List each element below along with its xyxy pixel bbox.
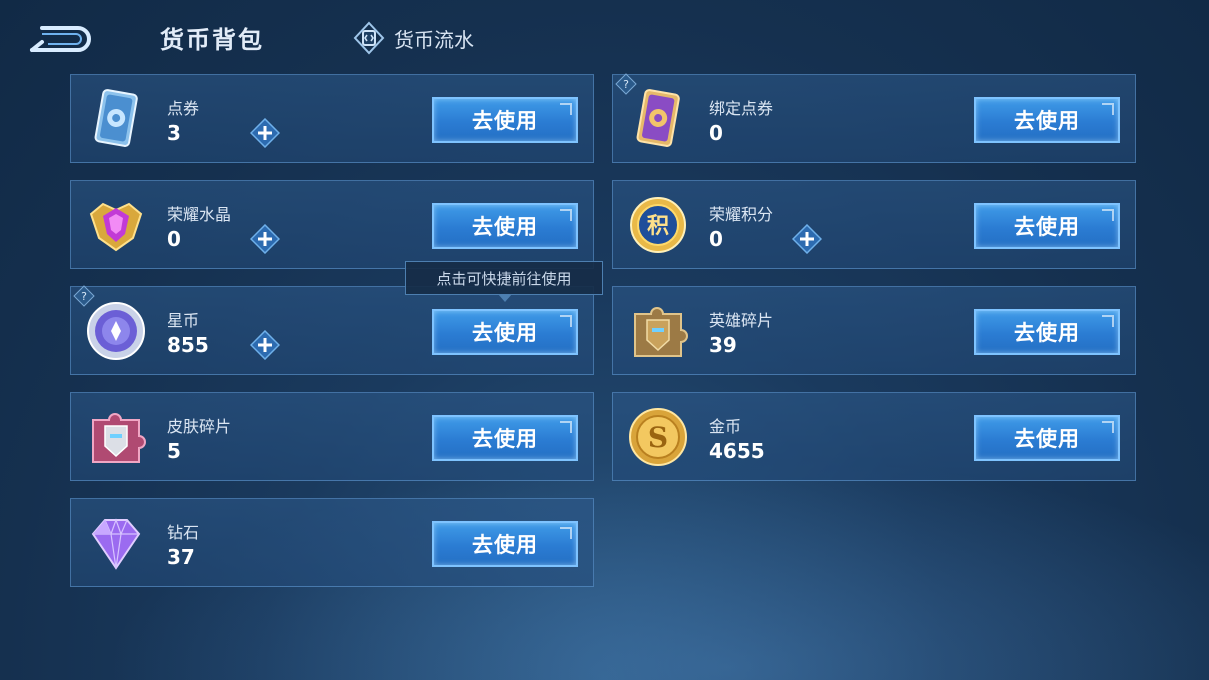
back-arrow-icon	[30, 26, 91, 52]
tooltip-arrow	[498, 294, 512, 302]
currency-amount: 39	[709, 333, 737, 357]
svg-text:S: S	[648, 421, 668, 454]
currency-name: 钻石	[167, 523, 200, 542]
currency-name: 荣耀积分	[709, 205, 774, 224]
glory-points-coin-icon: 积	[627, 194, 689, 256]
page-title: 货币背包	[160, 26, 264, 54]
currency-name: 绑定点券	[709, 99, 774, 118]
currency-name: 点券	[167, 99, 200, 118]
currency-card-star-coin: ? 星币 855 去使用	[70, 285, 594, 375]
svg-text:积: 积	[647, 214, 669, 239]
use-gold-coin-button[interactable]: 去使用	[974, 415, 1120, 461]
currency-name: 荣耀水晶	[167, 205, 232, 224]
add-glory-points-plus-icon[interactable]	[791, 223, 823, 255]
diamond-icon	[85, 512, 147, 574]
currency-amount: 4655	[709, 439, 765, 463]
use-star-coin-button[interactable]: 去使用	[432, 309, 578, 355]
currency-name: 金币	[709, 417, 742, 436]
currency-amount: 3	[167, 121, 181, 145]
currency-name: 英雄碎片	[709, 311, 774, 330]
gold-coin-icon: S	[627, 406, 689, 468]
currency-flow-tab[interactable]: 货币流水	[352, 21, 474, 55]
currency-card-voucher: 点券 3 去使用	[70, 74, 594, 163]
glory-crystal-icon	[85, 194, 147, 256]
add-glory-crystal-plus-icon[interactable]	[249, 223, 281, 255]
currency-card-gold-coin: S 金币 4655 去使用	[612, 392, 1136, 481]
bound-voucher-card-icon	[627, 88, 689, 150]
currency-flow-label: 货币流水	[394, 27, 474, 52]
currency-flow-icon	[352, 21, 386, 55]
currency-amount: 37	[167, 545, 195, 569]
back-button[interactable]	[28, 20, 92, 54]
currency-name: 星币	[167, 311, 200, 330]
currency-amount: 5	[167, 439, 181, 463]
add-voucher-plus-icon[interactable]	[249, 117, 281, 149]
currency-card-glory-crystal: 荣耀水晶 0 去使用	[70, 180, 594, 269]
currency-amount: 0	[709, 227, 723, 251]
currency-card-diamond: 钻石 37 去使用	[70, 498, 594, 587]
currency-card-hero-fragment: 英雄碎片 39 去使用	[612, 286, 1136, 375]
tooltip-text: 点击可快捷前往使用	[436, 269, 572, 288]
use-skin-fragment-button[interactable]: 去使用	[432, 415, 578, 461]
currency-amount: 0	[167, 227, 181, 251]
use-shortcut-tooltip: 点击可快捷前往使用	[405, 261, 603, 302]
currency-card-skin-fragment: 皮肤碎片 5 去使用	[70, 392, 594, 481]
use-hero-fragment-button[interactable]: 去使用	[974, 309, 1120, 355]
star-coin-icon	[85, 300, 147, 362]
use-diamond-button[interactable]: 去使用	[432, 521, 578, 567]
voucher-card-icon	[85, 88, 147, 150]
currency-card-bound-voucher: ? 绑定点券 0 去使用	[612, 73, 1136, 163]
currency-card-glory-points: 积 荣耀积分 0 去使用	[612, 180, 1136, 269]
add-star-coin-plus-icon[interactable]	[249, 329, 281, 361]
hero-fragment-icon	[627, 300, 689, 362]
use-glory-crystal-button[interactable]: 去使用	[432, 203, 578, 249]
use-bound-voucher-button[interactable]: 去使用	[974, 97, 1120, 143]
currency-amount: 855	[167, 333, 209, 357]
use-voucher-button[interactable]: 去使用	[432, 97, 578, 143]
use-glory-points-button[interactable]: 去使用	[974, 203, 1120, 249]
skin-fragment-icon	[85, 406, 147, 468]
currency-amount: 0	[709, 121, 723, 145]
currency-name: 皮肤碎片	[167, 417, 232, 436]
